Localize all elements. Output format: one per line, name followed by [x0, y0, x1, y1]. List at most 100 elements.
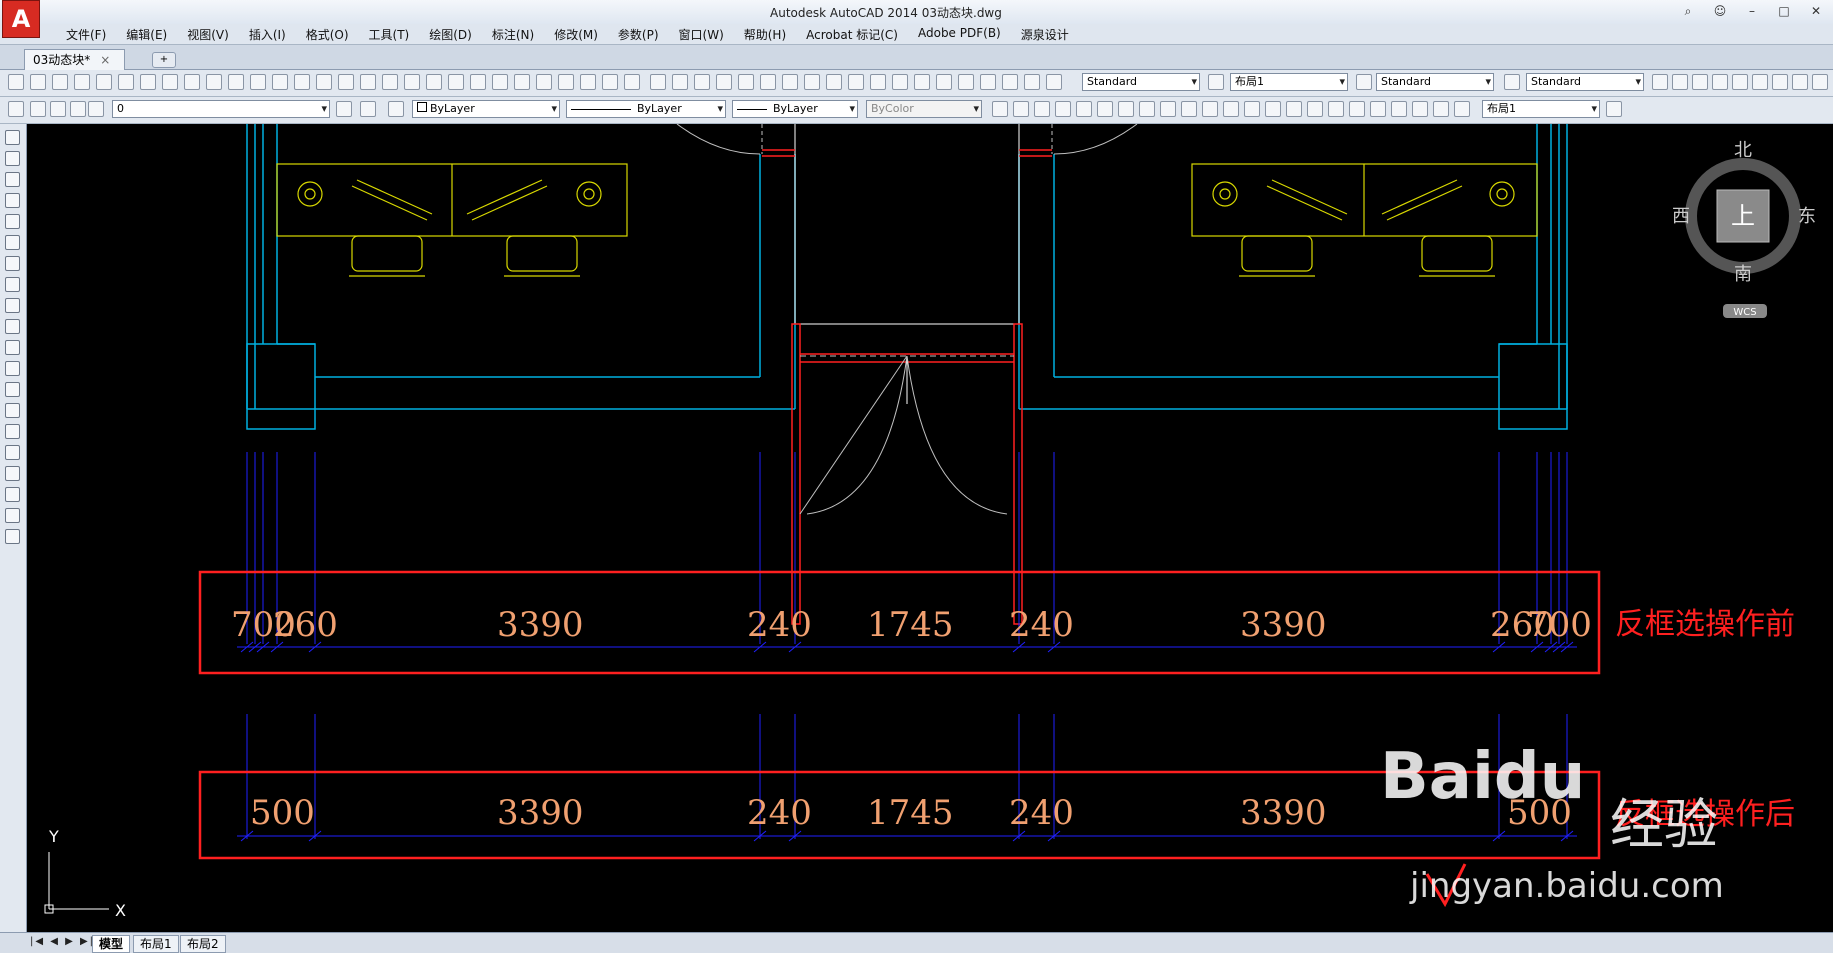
standard-tool-icon[interactable] — [52, 74, 68, 90]
draw-tool-icon[interactable] — [5, 130, 20, 145]
standard-tool-icon[interactable] — [1732, 74, 1748, 90]
draw-tool-icon[interactable] — [5, 466, 20, 481]
standard-tool-icon[interactable] — [914, 74, 930, 90]
standard-tool-icon[interactable] — [558, 74, 574, 90]
layout-combo[interactable]: 布局1 — [1230, 73, 1348, 91]
standard-tool-icon[interactable] — [184, 74, 200, 90]
properties-tool-icon[interactable] — [1433, 101, 1449, 117]
standard-tool-icon[interactable] — [404, 74, 420, 90]
properties-tool-icon[interactable] — [1076, 101, 1092, 117]
properties-tool-icon[interactable] — [1328, 101, 1344, 117]
menu-item[interactable]: 绘图(D) — [419, 26, 482, 43]
properties-tool-icon[interactable] — [1244, 101, 1260, 117]
properties-tool-icon[interactable] — [1454, 101, 1470, 117]
standard-tool-icon[interactable] — [1672, 74, 1688, 90]
standard-tool-icon[interactable] — [892, 74, 908, 90]
properties-tool-icon[interactable] — [30, 101, 46, 117]
draw-tool-icon[interactable] — [5, 424, 20, 439]
standard-tool-icon[interactable] — [272, 74, 288, 90]
properties-tool-icon[interactable] — [992, 101, 1008, 117]
standard-tool-icon[interactable] — [760, 74, 776, 90]
standard-tool-icon[interactable] — [448, 74, 464, 90]
standard-tool-icon[interactable] — [514, 74, 530, 90]
standard-tool-icon[interactable] — [716, 74, 732, 90]
text-style-combo[interactable]: Standard — [1082, 73, 1200, 91]
properties-tool-icon[interactable] — [1202, 101, 1218, 117]
menu-item[interactable]: 插入(I) — [239, 26, 296, 43]
standard-tool-icon[interactable] — [1752, 74, 1768, 90]
standard-tool-icon[interactable] — [650, 74, 666, 90]
properties-tool-icon[interactable] — [50, 101, 66, 117]
standard-tool-icon[interactable] — [30, 74, 46, 90]
menu-item[interactable]: 格式(O) — [296, 26, 359, 43]
standard-tool-icon[interactable] — [602, 74, 618, 90]
standard-tool-icon[interactable] — [8, 74, 24, 90]
standard-tool-icon[interactable] — [492, 74, 508, 90]
standard-tool-icon[interactable] — [206, 74, 222, 90]
standard-tool-icon[interactable] — [1002, 74, 1018, 90]
user-icon[interactable]: ☺ — [1711, 2, 1729, 20]
menu-item[interactable]: 文件(F) — [56, 26, 116, 43]
new-tab-button[interactable]: + — [152, 52, 176, 68]
standard-tool-icon[interactable] — [1504, 74, 1520, 90]
layout2-combo[interactable]: 布局1 — [1482, 100, 1600, 118]
linetype-combo[interactable]: ByLayer — [566, 100, 726, 118]
tab-layout2[interactable]: 布局2 — [180, 935, 226, 953]
minimize-button[interactable]: – — [1743, 2, 1761, 20]
properties-tool-icon[interactable] — [8, 101, 24, 117]
binoculars-icon[interactable]: ⌕ — [1679, 2, 1697, 20]
properties-tool-icon[interactable] — [1118, 101, 1134, 117]
standard-tool-icon[interactable] — [228, 74, 244, 90]
draw-tool-icon[interactable] — [5, 235, 20, 250]
standard-tool-icon[interactable] — [382, 74, 398, 90]
standard-tool-icon[interactable] — [580, 74, 596, 90]
draw-tool-icon[interactable] — [5, 403, 20, 418]
standard-tool-icon[interactable] — [738, 74, 754, 90]
standard-tool-icon[interactable] — [1652, 74, 1668, 90]
properties-tool-icon[interactable] — [1286, 101, 1302, 117]
draw-tool-icon[interactable] — [5, 151, 20, 166]
draw-tool-icon[interactable] — [5, 193, 20, 208]
viewcube-south[interactable]: 南 — [1734, 264, 1752, 285]
standard-tool-icon[interactable] — [1812, 74, 1828, 90]
menu-item[interactable]: 参数(P) — [608, 26, 669, 43]
properties-tool-icon[interactable] — [1181, 101, 1197, 117]
standard-tool-icon[interactable] — [936, 74, 952, 90]
layer-combo[interactable]: 0 — [112, 100, 330, 118]
properties-tool-icon[interactable] — [1265, 101, 1281, 117]
standard-tool-icon[interactable] — [1692, 74, 1708, 90]
menu-item[interactable]: 视图(V) — [177, 26, 239, 43]
draw-tool-icon[interactable] — [5, 508, 20, 523]
menu-item[interactable]: Adobe PDF(B) — [908, 26, 1011, 43]
standard-tool-icon[interactable] — [338, 74, 354, 90]
properties-tool-icon[interactable] — [88, 101, 104, 117]
menu-item[interactable]: 帮助(H) — [734, 26, 796, 43]
menu-item[interactable]: 源泉设计 — [1011, 26, 1079, 43]
draw-tool-icon[interactable] — [5, 319, 20, 334]
draw-tool-icon[interactable] — [5, 361, 20, 376]
draw-tool-icon[interactable] — [5, 382, 20, 397]
properties-tool-icon[interactable] — [1391, 101, 1407, 117]
properties-tool-icon[interactable] — [1307, 101, 1323, 117]
standard-tool-icon[interactable] — [1208, 74, 1224, 90]
tab-model[interactable]: 模型 — [92, 935, 131, 953]
standard-tool-icon[interactable] — [1792, 74, 1808, 90]
viewcube[interactable]: 上 北 南 西 东 WCS — [1672, 140, 1816, 318]
properties-tool-icon[interactable] — [1349, 101, 1365, 117]
properties-tool-icon[interactable] — [1139, 101, 1155, 117]
standard-tool-icon[interactable] — [316, 74, 332, 90]
standard-tool-icon[interactable] — [1712, 74, 1728, 90]
properties-tool-icon[interactable] — [1034, 101, 1050, 117]
mleader-style-combo[interactable]: Standard — [1526, 73, 1644, 91]
close-button[interactable]: ✕ — [1807, 2, 1825, 20]
close-tab-icon[interactable]: × — [100, 53, 110, 67]
menu-item[interactable]: 标注(N) — [482, 26, 544, 43]
standard-tool-icon[interactable] — [782, 74, 798, 90]
draw-tool-icon[interactable] — [5, 256, 20, 271]
properties-tool-icon[interactable] — [1055, 101, 1071, 117]
standard-tool-icon[interactable] — [870, 74, 886, 90]
standard-tool-icon[interactable] — [74, 74, 90, 90]
viewcube-east[interactable]: 东 — [1798, 206, 1816, 227]
tab-layout1[interactable]: 布局1 — [133, 935, 179, 953]
maximize-button[interactable]: □ — [1775, 2, 1793, 20]
